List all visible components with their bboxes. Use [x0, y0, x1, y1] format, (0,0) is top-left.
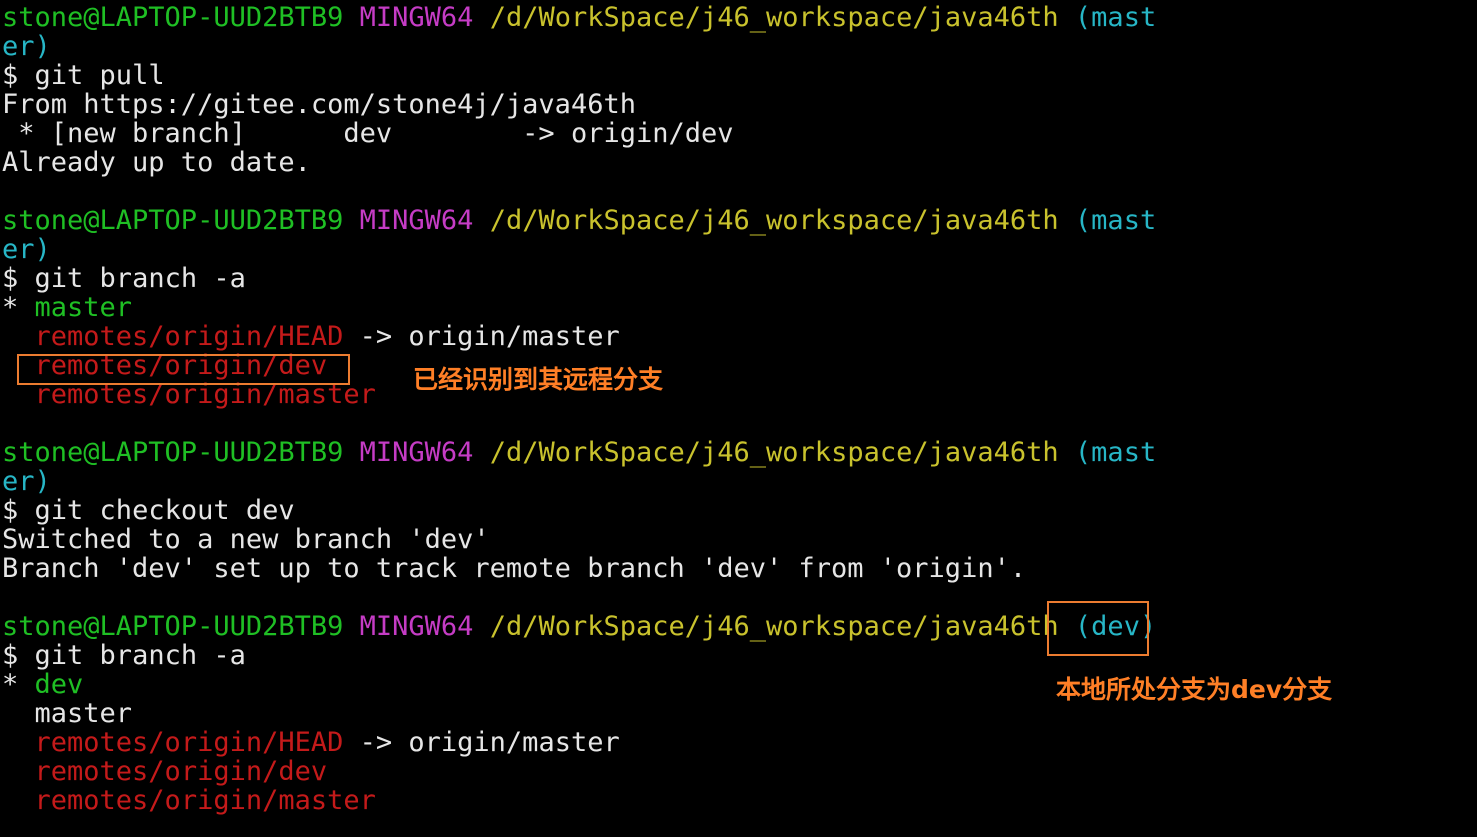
other-branch-name: master: [34, 698, 133, 729]
prompt-line: stone@LAPTOP-UUD2BTB9 MINGW64 /d/WorkSpa…: [2, 206, 1462, 235]
remote-master-name: remotes/origin/master: [34, 785, 376, 816]
current-branch-marker: *: [2, 669, 19, 700]
remote-head-target: -> origin/master: [343, 727, 620, 758]
annotation-local-branch: 本地所处分支为dev分支: [1056, 675, 1333, 704]
highlight-box-dev-branch: [1047, 601, 1149, 656]
current-branch-name: master: [34, 292, 133, 323]
prompt-branch: (mast: [1074, 205, 1157, 236]
prompt-user-host: stone@LAPTOP-UUD2BTB9: [2, 205, 344, 236]
prompt-line: stone@LAPTOP-UUD2BTB9 MINGW64 /d/WorkSpa…: [2, 612, 1462, 641]
prompt-path: /d/WorkSpace/j46_workspace/java46th: [489, 205, 1059, 236]
prompt-dollar: $: [2, 263, 19, 294]
branch-remote-head: remotes/origin/HEAD -> origin/master: [2, 322, 1462, 351]
command-text: git pull: [34, 60, 165, 91]
command-line: $ git pull: [2, 61, 1462, 90]
output-line: Switched to a new branch 'dev': [2, 524, 490, 555]
output-line: * [new branch] dev -> origin/dev: [2, 118, 734, 149]
prompt-branch-wrap: er): [2, 31, 51, 62]
branch-remote-master: remotes/origin/master: [2, 786, 1462, 815]
prompt-line: stone@LAPTOP-UUD2BTB9 MINGW64 /d/WorkSpa…: [2, 438, 1462, 467]
prompt-branch-wrap: er): [2, 234, 51, 265]
prompt-path: /d/WorkSpace/j46_workspace/java46th: [489, 2, 1059, 33]
prompt-msystem: MINGW64: [359, 437, 474, 468]
prompt-branch: (mast: [1074, 437, 1157, 468]
highlight-box-remote-dev: [17, 354, 350, 385]
remote-head-name: remotes/origin/HEAD: [34, 321, 344, 352]
branch-current: * master: [2, 293, 1462, 322]
branch-remote-dev: remotes/origin/dev: [2, 757, 1462, 786]
branch-remote-head: remotes/origin/HEAD -> origin/master: [2, 728, 1462, 757]
remote-head-target: -> origin/master: [343, 321, 620, 352]
current-branch-name: dev: [34, 669, 84, 700]
prompt-dollar: $: [2, 60, 19, 91]
prompt-dollar: $: [2, 495, 19, 526]
command-line: $ git checkout dev: [2, 496, 1462, 525]
prompt-msystem: MINGW64: [359, 205, 474, 236]
command-text: git branch -a: [34, 640, 246, 671]
prompt-user-host: stone@LAPTOP-UUD2BTB9: [2, 611, 344, 642]
output-line: Branch 'dev' set up to track remote bran…: [2, 553, 1027, 584]
prompt-msystem: MINGW64: [359, 2, 474, 33]
command-text: git branch -a: [34, 263, 246, 294]
output-line: From https://gitee.com/stone4j/java46th: [2, 89, 636, 120]
command-line: $ git branch -a: [2, 264, 1462, 293]
prompt-path: /d/WorkSpace/j46_workspace/java46th: [489, 611, 1059, 642]
prompt-user-host: stone@LAPTOP-UUD2BTB9: [2, 437, 344, 468]
prompt-user-host: stone@LAPTOP-UUD2BTB9: [2, 2, 344, 33]
remote-dev-name: remotes/origin/dev: [34, 756, 328, 787]
command-line: $ git branch -a: [2, 641, 1462, 670]
prompt-branch-wrap: er): [2, 466, 51, 497]
prompt-msystem: MINGW64: [359, 611, 474, 642]
prompt-path: /d/WorkSpace/j46_workspace/java46th: [489, 437, 1059, 468]
command-text: git checkout dev: [34, 495, 295, 526]
remote-head-name: remotes/origin/HEAD: [34, 727, 344, 758]
prompt-dollar: $: [2, 640, 19, 671]
current-branch-marker: *: [2, 292, 19, 323]
prompt-branch: (mast: [1074, 2, 1157, 33]
annotation-remote-recognized: 已经识别到其远程分支: [413, 365, 664, 394]
prompt-line: stone@LAPTOP-UUD2BTB9 MINGW64 /d/WorkSpa…: [2, 3, 1462, 32]
output-line: Already up to date.: [2, 147, 311, 178]
